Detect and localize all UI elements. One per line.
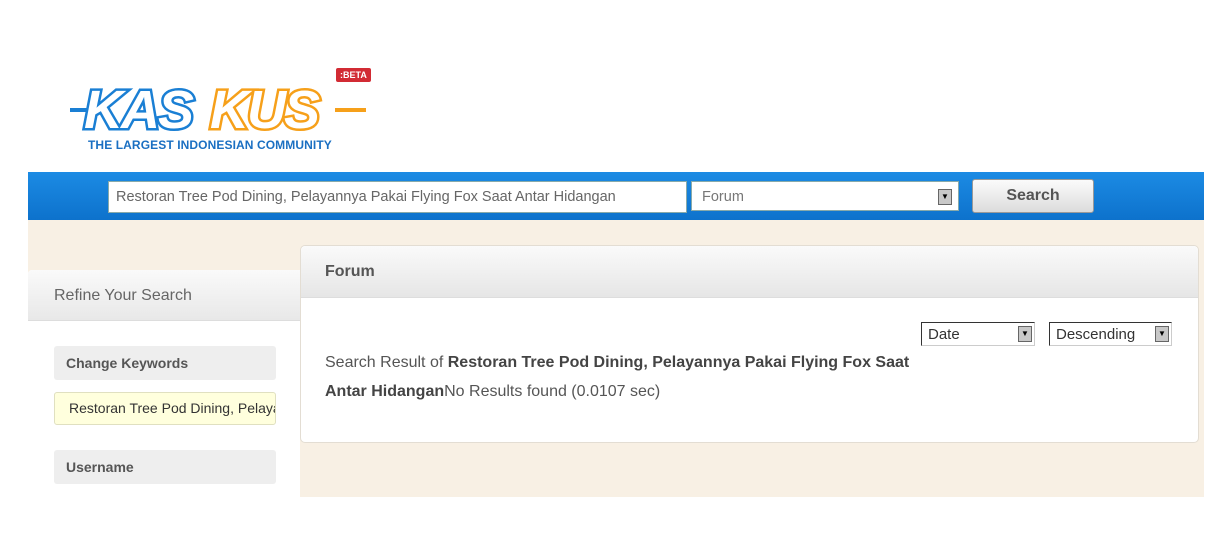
search-scope-select[interactable]: Forum ▼ xyxy=(691,181,959,211)
chevron-down-icon[interactable]: ▼ xyxy=(1155,326,1169,342)
result-status: No Results found (0.0107 sec) xyxy=(444,383,661,400)
results-panel: Forum Date ▼ Descending ▼ Search Result … xyxy=(300,245,1199,443)
results-title: Forum xyxy=(301,246,1198,298)
result-prefix: Search Result of xyxy=(325,354,448,371)
sort-by-select[interactable]: Date ▼ xyxy=(921,322,1035,346)
svg-text:KAS: KAS xyxy=(84,80,194,140)
sort-order-value: Descending xyxy=(1056,326,1136,343)
search-scope-value: Forum xyxy=(702,189,744,205)
username-label: Username xyxy=(54,450,276,484)
change-keywords-label: Change Keywords xyxy=(54,346,276,380)
beta-badge: :BETA xyxy=(336,68,371,82)
keywords-input[interactable]: Restoran Tree Pod Dining, Pelayannya Pak… xyxy=(54,392,276,425)
refine-sidebar: Refine Your Search Change Keywords Resto… xyxy=(28,270,300,497)
search-input[interactable]: Restoran Tree Pod Dining, Pelayannya Pak… xyxy=(108,181,687,213)
chevron-down-icon[interactable]: ▼ xyxy=(938,189,952,205)
search-button[interactable]: Search xyxy=(972,179,1094,213)
chevron-down-icon[interactable]: ▼ xyxy=(1018,326,1032,342)
sort-order-select[interactable]: Descending ▼ xyxy=(1049,322,1172,346)
sidebar-title: Refine Your Search xyxy=(28,270,300,321)
sort-by-value: Date xyxy=(928,326,960,343)
result-summary: Search Result of Restoran Tree Pod Dinin… xyxy=(325,348,925,406)
svg-text:KUS: KUS xyxy=(210,80,320,140)
logo-tagline: THE LARGEST INDONESIAN COMMUNITY xyxy=(88,138,332,152)
